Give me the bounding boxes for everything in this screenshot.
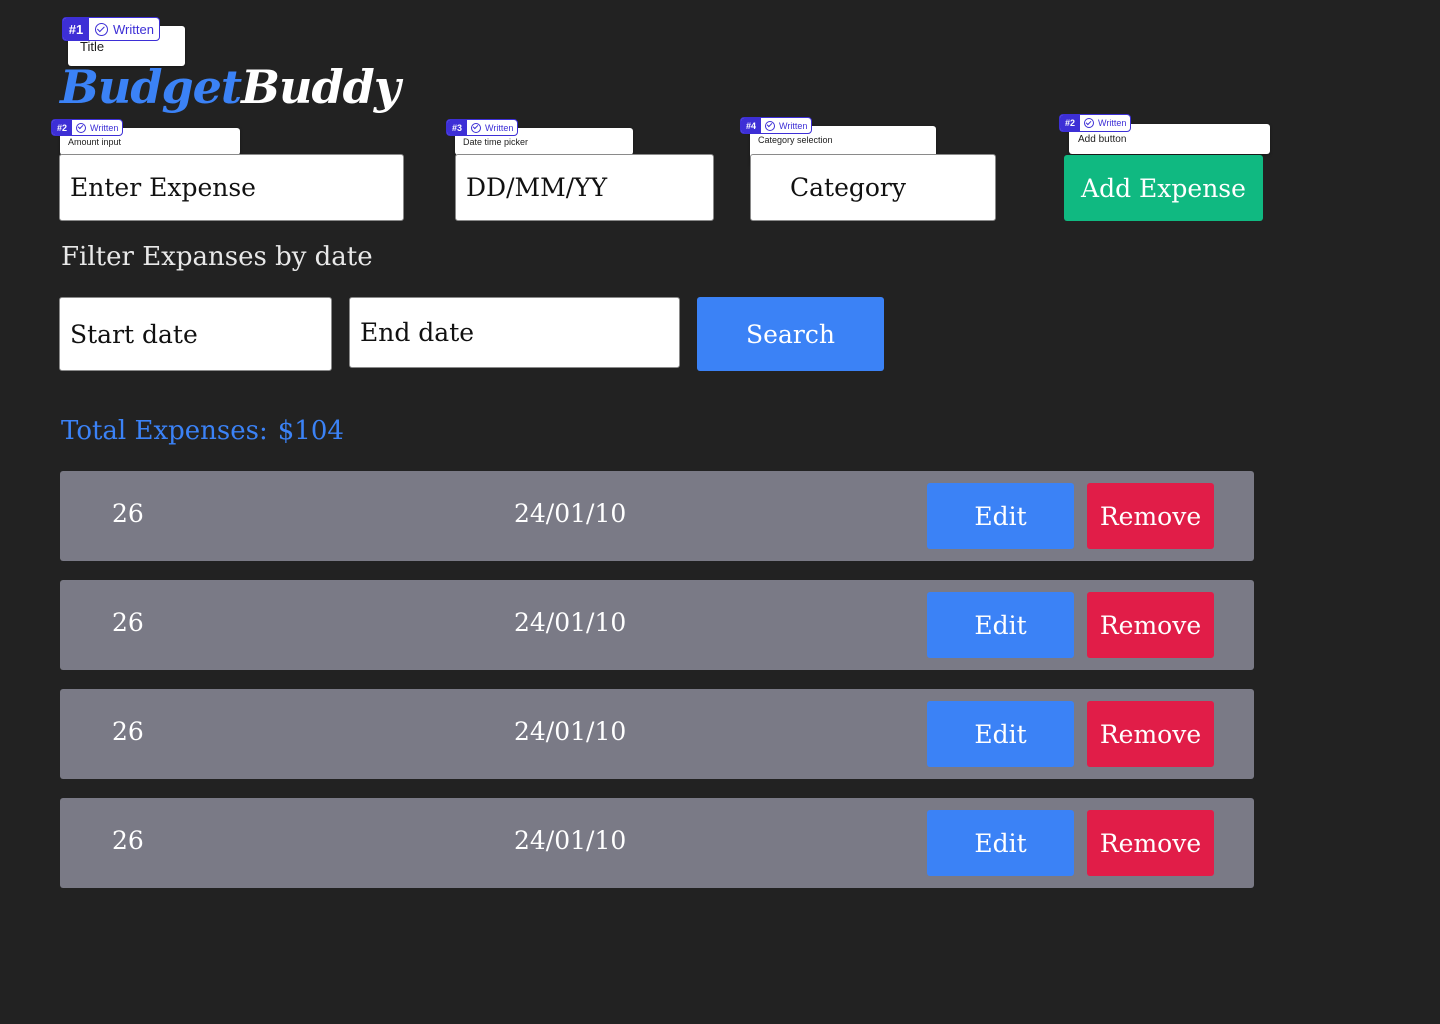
add-annotation-tag: #2 Written (1059, 114, 1132, 132)
start-date-placeholder: Start date (70, 319, 198, 349)
check-circle-icon (1084, 118, 1094, 128)
expense-date: 24/01/10 (514, 499, 627, 528)
app-logo: BudgetBuddy (60, 60, 401, 114)
title-annotation-number: #1 (63, 18, 89, 40)
amount-input-placeholder: Enter Expense (70, 173, 256, 202)
remove-button[interactable]: Remove (1087, 701, 1214, 767)
expense-amount: 26 (112, 499, 144, 528)
date-annotation-tag: #3 Written (446, 119, 519, 136)
add-annotation-number: #2 (1060, 115, 1080, 131)
expense-date: 24/01/10 (514, 826, 627, 855)
expense-date: 24/01/10 (514, 717, 627, 746)
expense-amount: 26 (112, 717, 144, 746)
category-select-placeholder: Category (790, 173, 907, 202)
add-annotation-label: Add button (1078, 134, 1127, 145)
title-annotation-tag: #1 Written (62, 17, 160, 41)
app-page: Title #1 Written BudgetBuddy Amount inpu… (0, 0, 1440, 1024)
amount-annotation-label: Amount input (68, 137, 122, 147)
total-expenses-value: $104 (277, 416, 344, 446)
category-select[interactable]: Category (750, 154, 996, 221)
add-annotation-status: Written (1098, 118, 1127, 128)
remove-button-label: Remove (1099, 610, 1202, 640)
filter-heading: Filter Expanses by date (61, 242, 373, 272)
total-expenses: Total Expenses: $104 (61, 416, 344, 446)
edit-button-label: Edit (974, 501, 1027, 531)
category-annotation-status: Written (779, 120, 808, 131)
edit-button[interactable]: Edit (927, 592, 1074, 658)
add-expense-button[interactable]: Add Expense (1064, 155, 1263, 221)
search-button[interactable]: Search (697, 297, 884, 371)
expense-amount: 26 (112, 826, 144, 855)
remove-button[interactable]: Remove (1087, 592, 1214, 658)
remove-button-label: Remove (1099, 828, 1202, 858)
expense-row: 26 24/01/10 Edit Remove (60, 798, 1254, 888)
logo-part-budget: Budget (60, 60, 242, 114)
date-annotation-status: Written (485, 122, 514, 133)
category-annotation-label: Category selection (758, 135, 833, 145)
date-picker-placeholder: DD/MM/YY (466, 173, 608, 202)
title-annotation-status: Written (113, 21, 154, 37)
start-date-input[interactable]: Start date (59, 297, 332, 371)
edit-button[interactable]: Edit (927, 810, 1074, 876)
check-circle-icon (76, 122, 86, 133)
expense-row: 26 24/01/10 Edit Remove (60, 471, 1254, 561)
add-expense-button-label: Add Expense (1081, 173, 1246, 203)
edit-button[interactable]: Edit (927, 701, 1074, 767)
check-circle-icon (95, 22, 108, 36)
category-annotation-tag: #4 Written (740, 117, 813, 134)
edit-button-label: Edit (974, 610, 1027, 640)
edit-button[interactable]: Edit (927, 483, 1074, 549)
remove-button[interactable]: Remove (1087, 810, 1214, 876)
expense-row: 26 24/01/10 Edit Remove (60, 580, 1254, 670)
expense-date: 24/01/10 (514, 608, 627, 637)
edit-button-label: Edit (974, 828, 1027, 858)
date-picker-input[interactable]: DD/MM/YY (455, 154, 714, 221)
category-annotation-number: #4 (741, 118, 761, 133)
edit-button-label: Edit (974, 719, 1027, 749)
expense-row: 26 24/01/10 Edit Remove (60, 689, 1254, 779)
date-annotation-number: #3 (447, 120, 467, 135)
end-date-placeholder: End date (360, 318, 475, 347)
check-circle-icon (471, 122, 481, 133)
search-button-label: Search (746, 319, 835, 349)
amount-input[interactable]: Enter Expense (59, 154, 404, 221)
amount-annotation-status: Written (90, 122, 119, 133)
amount-annotation-number: #2 (52, 120, 72, 135)
remove-button[interactable]: Remove (1087, 483, 1214, 549)
remove-button-label: Remove (1099, 501, 1202, 531)
expense-amount: 26 (112, 608, 144, 637)
end-date-input[interactable]: End date (349, 297, 680, 368)
date-annotation-label: Date time picker (463, 137, 529, 147)
check-circle-icon (765, 120, 775, 131)
logo-part-buddy: Buddy (241, 60, 400, 114)
remove-button-label: Remove (1099, 719, 1202, 749)
title-annotation-label: Title (80, 39, 105, 54)
amount-annotation-tag: #2 Written (51, 119, 124, 136)
total-expenses-label: Total Expenses: (61, 416, 268, 446)
